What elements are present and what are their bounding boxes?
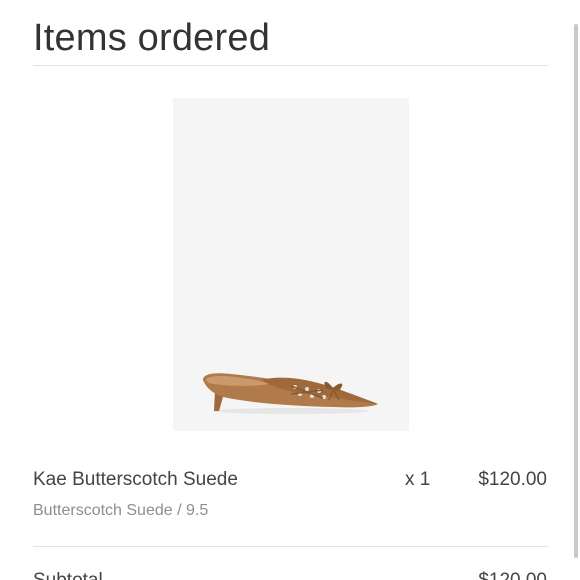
scrollbar[interactable] (574, 24, 578, 558)
subtotal-value: $120.00 (478, 568, 547, 580)
item-variant: Butterscotch Suede / 9.5 (33, 502, 209, 519)
product-image (173, 98, 409, 431)
shoe-illustration (203, 373, 378, 414)
item-name[interactable]: Kae Butterscotch Suede (33, 467, 238, 493)
item-price: $120.00 (478, 469, 547, 490)
title-divider (33, 65, 548, 66)
summary-divider (33, 546, 548, 547)
item-quantity: x 1 (405, 469, 431, 490)
order-summary-page: Items ordered Kae Butterscotch Suede But… (0, 0, 580, 580)
subtotal-label: Subtotal (33, 568, 103, 580)
page-title: Items ordered (33, 17, 271, 59)
